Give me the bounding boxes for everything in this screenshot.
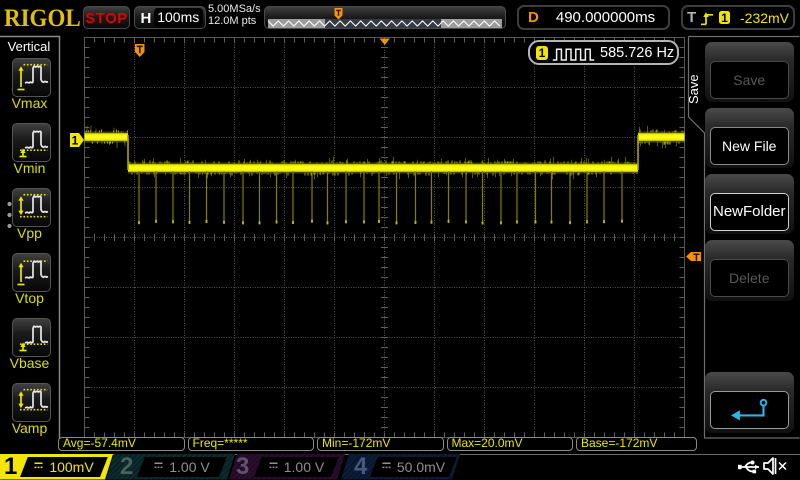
svg-text:1: 1 [72, 134, 79, 148]
